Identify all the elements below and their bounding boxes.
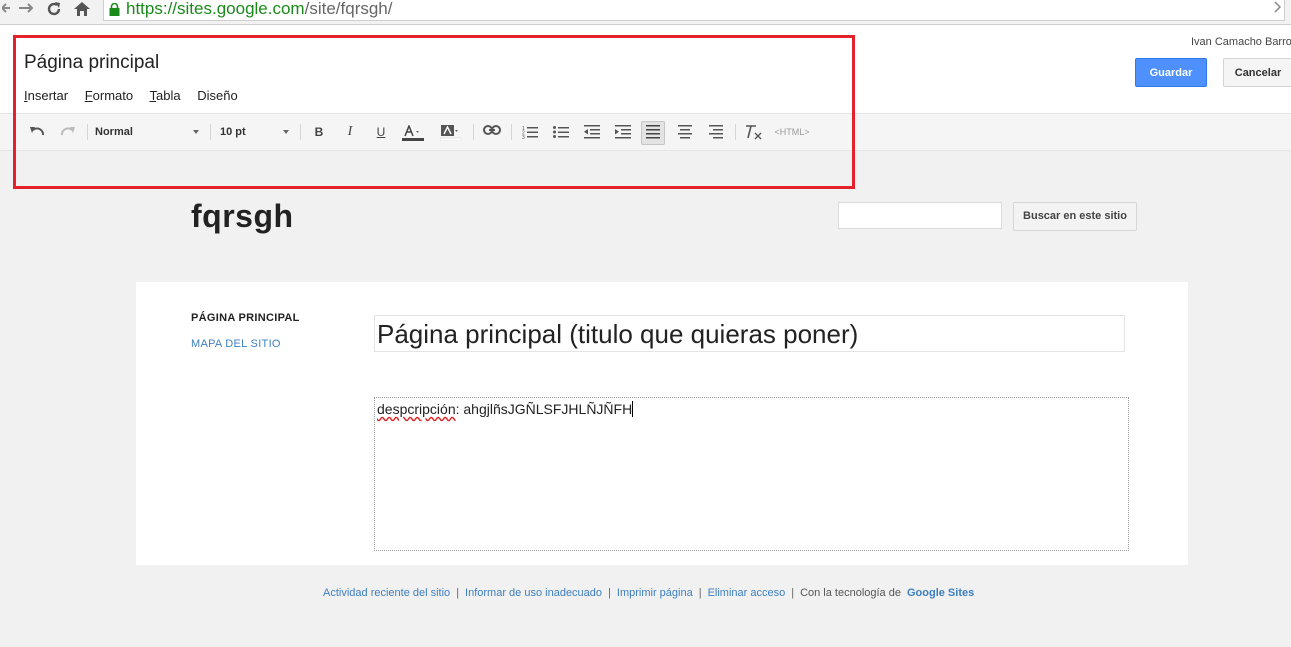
page-title-field[interactable]: Página principal (titulo que quieras pon… [374,315,1125,352]
footer-separator: | [456,587,460,599]
page-body-text: despcripción: ahgjlñsJGÑLSFJHLÑJÑFH [377,401,634,417]
search-button[interactable]: Buscar en este sitio [1013,202,1137,231]
page-title-value: Página principal (titulo que quieras pon… [377,319,859,349]
footer-separator: | [698,587,702,599]
reload-icon[interactable] [45,0,63,20]
lock-icon [109,2,120,16]
footer: Actividad reciente del sitio | Informar de… [323,587,974,599]
footer-google-sites-link[interactable]: Google Sites [907,587,974,599]
home-icon[interactable] [73,0,91,20]
text-cursor [632,401,634,417]
footer-link-imprimir[interactable]: Imprimir página [617,587,693,599]
footer-link-actividad[interactable]: Actividad reciente del sitio [323,587,450,599]
misspelled-word: despcripción [377,401,456,417]
sidebar-item-mapa-del-sitio[interactable]: MAPA DEL SITIO [191,338,281,350]
sidebar-item-pagina-principal[interactable]: PÁGINA PRINCIPAL [191,312,300,324]
footer-separator: | [608,587,611,599]
highlight-rectangle [13,35,855,189]
forward-arrow-icon[interactable] [17,0,35,20]
address-bar[interactable]: https://sites.google.com/site/fqrsgh/ [103,0,1285,21]
user-name[interactable]: Ivan Camacho Barros [1191,36,1291,48]
footer-link-eliminar[interactable]: Eliminar acceso [708,587,786,599]
site-title[interactable]: fqrsgh [191,198,294,235]
url-text: https://sites.google.com/site/fqrsgh/ [126,0,392,19]
search-input[interactable] [838,202,1002,229]
page-content: PÁGINA PRINCIPAL MAPA DEL SITIO Página p… [136,282,1188,565]
footer-powered-by: Con la tecnología de [800,587,901,599]
footer-link-informar[interactable]: Informar de uso inadecuado [465,587,602,599]
footer-separator: | [791,587,795,599]
url-scheme: https:// [126,0,178,18]
page-body-rest: : ahgjlñsJGÑLSFJHLÑJÑFH [455,401,633,417]
cancel-button[interactable]: Cancelar [1223,58,1291,87]
back-arrow-icon[interactable] [0,0,12,20]
url-path: /site/fqrsgh/ [304,0,393,18]
url-host: sites.google.com [177,0,305,18]
page-action-icon[interactable] [1274,0,1282,17]
page-body-editor[interactable]: despcripción: ahgjlñsJGÑLSFJHLÑJÑFH [374,397,1129,551]
save-button[interactable]: Guardar [1135,58,1207,87]
browser-toolbar: https://sites.google.com/site/fqrsgh/ [0,0,1291,25]
